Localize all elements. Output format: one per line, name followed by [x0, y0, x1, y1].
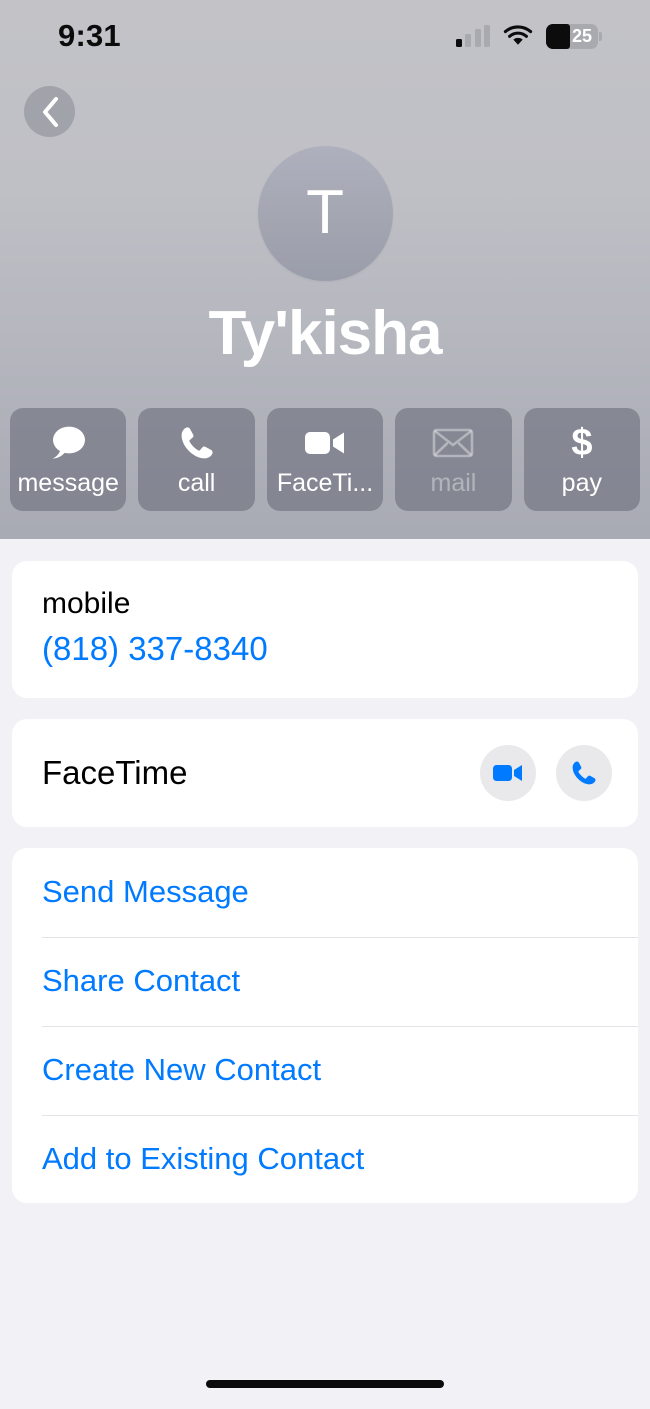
action-create-new-contact[interactable]: Create New Contact — [12, 1025, 638, 1115]
status-bar-indicators: 25 — [455, 23, 602, 49]
facetime-label: FaceTime — [42, 754, 188, 792]
phone-number-link[interactable]: (818) 337-8340 — [42, 628, 608, 671]
svg-text:$: $ — [571, 423, 592, 463]
avatar[interactable]: T — [257, 146, 393, 281]
contact-actions-card: Send Message Share Contact Create New Co… — [12, 848, 638, 1204]
quick-action-label: call — [177, 468, 216, 497]
quick-action-label: message — [17, 468, 119, 497]
battery-icon: 25 — [546, 23, 602, 49]
chevron-left-icon — [42, 96, 58, 127]
phone-icon — [572, 761, 596, 785]
quick-action-mail: mail — [395, 408, 512, 511]
action-send-message[interactable]: Send Message — [12, 848, 638, 937]
avatar-initial: T — [306, 177, 344, 247]
wifi-icon — [503, 25, 533, 45]
facetime-video-button[interactable] — [480, 745, 536, 802]
avatar-container: T — [0, 146, 650, 281]
facetime-buttons — [480, 745, 612, 802]
phone-label: mobile — [42, 587, 131, 620]
cellular-signal-icon — [455, 25, 490, 47]
status-bar-time: 9:31 — [58, 18, 121, 53]
quick-actions-row: message call FaceTi... mail $ pay — [10, 408, 641, 511]
phone-icon — [178, 424, 216, 462]
action-share-contact[interactable]: Share Contact — [12, 937, 638, 1026]
contact-name: Ty'kisha — [208, 299, 442, 368]
quick-action-label: pay — [561, 468, 602, 497]
quick-action-call[interactable]: call — [138, 408, 255, 511]
contact-content: mobile (818) 337-8340 FaceTime Send Mess… — [0, 539, 650, 1204]
quick-action-label: mail — [430, 468, 477, 497]
video-camera-icon — [493, 765, 522, 782]
envelope-icon — [432, 424, 474, 462]
status-bar: 9:31 25 — [0, 0, 650, 72]
message-bubble-icon — [47, 424, 89, 462]
home-indicator[interactable] — [0, 1380, 650, 1388]
contact-detail-screen: 9:31 25 T Ty'kisha message call FaceTi..… — [0, 0, 650, 1409]
contact-header: 9:31 25 T Ty'kisha message call FaceTi..… — [0, 0, 650, 539]
quick-action-facetime[interactable]: FaceTi... — [266, 408, 384, 511]
quick-action-label: FaceTi... — [276, 468, 374, 497]
quick-action-message[interactable]: message — [10, 408, 127, 511]
quick-action-pay[interactable]: $ pay — [523, 408, 641, 511]
action-add-to-existing-contact[interactable]: Add to Existing Contact — [12, 1114, 638, 1204]
facetime-audio-button[interactable] — [556, 745, 612, 802]
back-button[interactable] — [24, 86, 75, 137]
dollar-sign-icon: $ — [568, 423, 596, 463]
facetime-card: FaceTime — [12, 719, 638, 828]
video-camera-icon — [303, 424, 347, 462]
battery-percent-label: 25 — [571, 26, 592, 46]
phone-number-card: mobile (818) 337-8340 — [12, 561, 638, 699]
